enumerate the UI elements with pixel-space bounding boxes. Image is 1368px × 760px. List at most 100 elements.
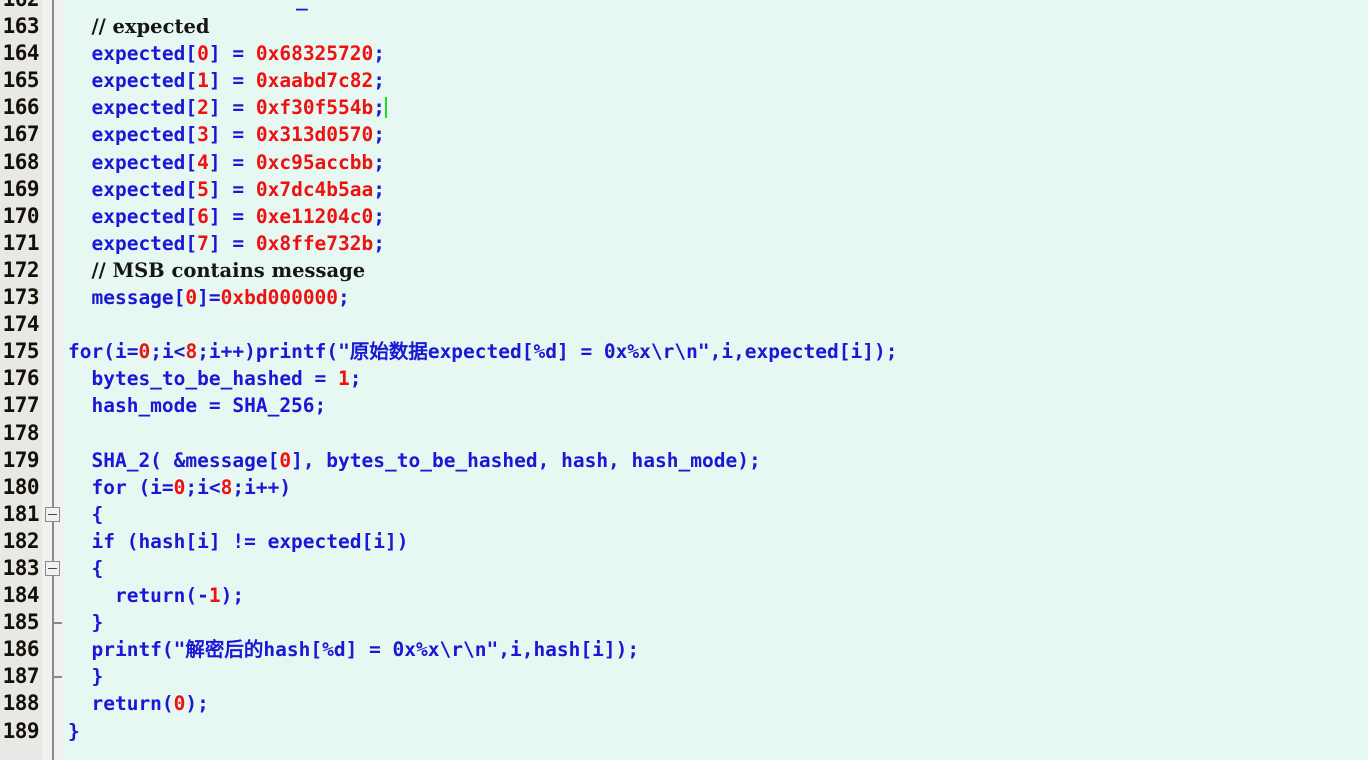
code-token-num: 3 xyxy=(197,123,209,147)
code-token-id: bytes_to_be_hashed = xyxy=(68,367,339,391)
fold-row[interactable] xyxy=(42,149,64,176)
line-number: 165 xyxy=(2,68,40,93)
code-line[interactable]: expected[1] = 0xaabd7c82; xyxy=(64,67,1368,94)
code-line[interactable]: // MSB contains message xyxy=(64,257,1368,284)
line-number: 163 xyxy=(2,14,40,39)
code-line[interactable]: } xyxy=(64,609,1368,636)
fold-row[interactable] xyxy=(42,311,64,338)
code-line[interactable]: expected[0] = 0x68325720; xyxy=(64,40,1368,67)
line-number: 184 xyxy=(2,583,40,608)
code-line[interactable]: // expected xyxy=(64,13,1368,40)
fold-row[interactable] xyxy=(42,555,64,582)
code-line[interactable]: expected[6] = 0xe11204c0; xyxy=(64,203,1368,230)
code-editor[interactable]: 1621631641651661671681691701711721731741… xyxy=(0,0,1368,760)
code-line[interactable]: if (hash[i] != expected[i]) xyxy=(64,528,1368,555)
code-token-id: for (i= xyxy=(68,475,174,499)
code-line[interactable]: for (i=0;i<8;i++) xyxy=(64,474,1368,501)
text-caret xyxy=(385,97,388,119)
code-token-id: { xyxy=(68,502,104,526)
code-token-num: 0 xyxy=(173,692,186,716)
fold-row[interactable] xyxy=(42,338,64,365)
code-token-id: ] = xyxy=(208,150,256,174)
code-line[interactable] xyxy=(64,0,1368,13)
code-line[interactable]: expected[5] = 0x7dc4b5aa; xyxy=(64,176,1368,203)
line-number-gutter[interactable]: 1621631641651661671681691701711721731741… xyxy=(0,0,42,760)
code-line[interactable]: { xyxy=(64,501,1368,528)
code-line[interactable]: expected[3] = 0x313d0570; xyxy=(64,121,1368,148)
code-line[interactable]: } xyxy=(64,663,1368,690)
fold-row[interactable] xyxy=(42,501,64,528)
code-text-area[interactable]: // expected expected[0] = 0x68325720; ex… xyxy=(64,0,1368,760)
fold-row[interactable] xyxy=(42,528,64,555)
fold-row[interactable] xyxy=(42,121,64,148)
code-token-id: return(- xyxy=(68,584,209,608)
fold-row[interactable] xyxy=(42,94,64,121)
code-token-id: expected[ xyxy=(68,69,198,93)
code-token-id: ); xyxy=(220,584,245,608)
fold-row[interactable] xyxy=(42,13,64,40)
fold-end-icon xyxy=(53,676,62,679)
code-token-id: expected[ xyxy=(68,123,198,147)
code-token-num: 7 xyxy=(197,231,209,255)
fold-row[interactable] xyxy=(42,609,64,636)
fold-row[interactable] xyxy=(42,392,64,419)
fold-row[interactable] xyxy=(42,203,64,230)
fold-row[interactable] xyxy=(42,447,64,474)
code-token-id: ; xyxy=(373,42,386,66)
fold-row[interactable] xyxy=(42,690,64,717)
code-line[interactable]: message[0]=0xbd000000; xyxy=(64,284,1368,311)
code-token-num: 8 xyxy=(185,340,198,364)
code-line[interactable]: expected[2] = 0xf30f554b; xyxy=(64,94,1368,121)
fold-row[interactable] xyxy=(42,257,64,284)
fold-row[interactable] xyxy=(42,718,64,745)
code-token-num: 1 xyxy=(208,584,221,608)
fold-collapse-icon[interactable] xyxy=(45,560,60,576)
line-number: 177 xyxy=(2,393,40,418)
fold-row[interactable] xyxy=(42,176,64,203)
line-number: 187 xyxy=(2,664,40,689)
line-number: 168 xyxy=(2,149,40,174)
line-number: 169 xyxy=(2,176,40,201)
code-line[interactable]: expected[4] = 0xc95accbb; xyxy=(64,149,1368,176)
fold-row[interactable] xyxy=(42,663,64,690)
code-line[interactable]: hash_mode = SHA_256; xyxy=(64,392,1368,419)
fold-row[interactable] xyxy=(42,67,64,94)
code-token-id: if (hash[i] != expected[i]) xyxy=(68,529,409,553)
code-line[interactable] xyxy=(64,311,1368,338)
code-token-num: 6 xyxy=(197,204,209,228)
line-number: 180 xyxy=(2,474,40,499)
line-number: 179 xyxy=(2,447,40,472)
code-token-id: for(i= xyxy=(68,340,139,364)
fold-row[interactable] xyxy=(42,40,64,67)
code-token-id: ;i< xyxy=(150,340,186,364)
code-line[interactable]: { xyxy=(64,555,1368,582)
fold-margin[interactable] xyxy=(42,0,64,760)
fold-row[interactable] xyxy=(42,582,64,609)
fold-row[interactable] xyxy=(42,0,64,13)
code-line[interactable]: return(-1); xyxy=(64,582,1368,609)
fold-row[interactable] xyxy=(42,230,64,257)
line-number: 183 xyxy=(2,555,40,580)
code-token-id: ;i++)printf(" xyxy=(197,340,350,364)
code-line[interactable] xyxy=(64,420,1368,447)
code-token-num: 0xaabd7c82 xyxy=(255,69,374,93)
code-token-id: ; xyxy=(338,286,350,310)
code-token-num: 0xe11204c0 xyxy=(255,204,374,228)
code-token-cjk: 原始数据 xyxy=(349,340,428,364)
code-line[interactable]: bytes_to_be_hashed = 1; xyxy=(64,365,1368,392)
fold-row[interactable] xyxy=(42,636,64,663)
code-line[interactable]: for(i=0;i<8;i++)printf("原始数据expected[%d]… xyxy=(64,338,1368,365)
code-line[interactable]: SHA_2( &message[0], bytes_to_be_hashed, … xyxy=(64,447,1368,474)
code-line[interactable]: expected[7] = 0x8ffe732b; xyxy=(64,230,1368,257)
line-number: 188 xyxy=(2,691,40,716)
code-token-id: expected[ xyxy=(68,42,198,66)
fold-row[interactable] xyxy=(42,474,64,501)
code-line[interactable]: printf("解密后的hash[%d] = 0x%x\r\n",i,hash[… xyxy=(64,636,1368,663)
fold-row[interactable] xyxy=(42,365,64,392)
code-token-num: 0 xyxy=(185,286,198,310)
code-line[interactable]: return(0); xyxy=(64,690,1368,717)
fold-collapse-icon[interactable] xyxy=(45,506,60,522)
fold-row[interactable] xyxy=(42,284,64,311)
fold-row[interactable] xyxy=(42,420,64,447)
code-line[interactable]: } xyxy=(64,718,1368,745)
